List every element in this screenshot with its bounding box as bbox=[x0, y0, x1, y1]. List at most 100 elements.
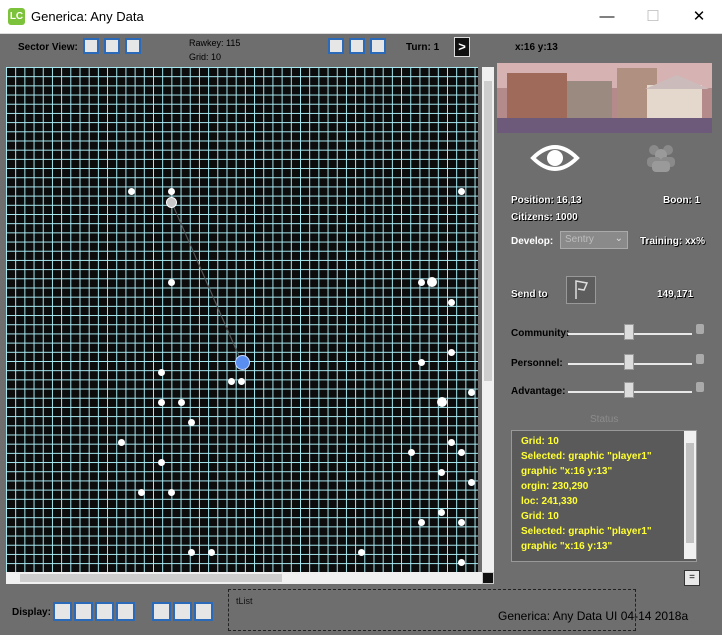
map-unit[interactable] bbox=[437, 397, 447, 407]
position-readout: Position: 16,13 bbox=[511, 195, 582, 206]
map-unit[interactable] bbox=[208, 549, 215, 556]
lock-icon[interactable] bbox=[696, 382, 704, 392]
map-unit[interactable] bbox=[168, 279, 175, 286]
status-line: Selected: graphic "player1" bbox=[521, 451, 652, 462]
map-unit[interactable] bbox=[448, 439, 455, 446]
map-unit[interactable] bbox=[138, 489, 145, 496]
map-vertical-scrollbar[interactable] bbox=[482, 67, 494, 572]
status-scrollbar[interactable] bbox=[684, 431, 696, 559]
develop-select[interactable]: Sentry ⌄ bbox=[560, 231, 628, 249]
sector-view-button-1[interactable] bbox=[83, 38, 99, 54]
personnel-slider-thumb[interactable] bbox=[624, 354, 634, 370]
origin-unit[interactable] bbox=[166, 197, 177, 208]
map-unit[interactable] bbox=[468, 389, 475, 396]
training-readout: Training: xx% bbox=[640, 236, 706, 247]
map-unit[interactable] bbox=[418, 519, 425, 526]
sector-view-label: Sector View: bbox=[18, 42, 78, 53]
scroll-corner bbox=[482, 572, 494, 584]
map-unit[interactable] bbox=[438, 509, 445, 516]
advantage-slider-thumb[interactable] bbox=[624, 382, 634, 398]
eye-icon[interactable] bbox=[530, 138, 580, 178]
status-title: Status bbox=[590, 414, 619, 425]
display-button-5[interactable] bbox=[152, 602, 171, 621]
turn-label: Turn: 1 bbox=[406, 42, 440, 53]
map-unit[interactable] bbox=[178, 399, 185, 406]
map-unit[interactable] bbox=[158, 459, 165, 466]
map-unit[interactable] bbox=[458, 449, 465, 456]
toolbar-button-3[interactable] bbox=[370, 38, 386, 54]
sector-map[interactable] bbox=[6, 67, 478, 572]
status-line: orgin: 230,290 bbox=[521, 481, 589, 492]
map-unit[interactable] bbox=[427, 277, 437, 287]
toolbar-button-1[interactable] bbox=[328, 38, 344, 54]
map-unit[interactable] bbox=[418, 359, 425, 366]
display-label: Display: bbox=[12, 607, 51, 618]
movement-path bbox=[171, 202, 243, 364]
map-unit[interactable] bbox=[448, 299, 455, 306]
status-line: graphic "x:16 y:13" bbox=[521, 466, 613, 477]
send-to-button[interactable] bbox=[566, 276, 596, 304]
maximize-button[interactable]: ☐ bbox=[630, 0, 676, 33]
map-unit[interactable] bbox=[238, 378, 245, 385]
community-slider-thumb[interactable] bbox=[624, 324, 634, 340]
map-unit[interactable] bbox=[448, 349, 455, 356]
grid-readout: Grid: 10 bbox=[189, 52, 222, 62]
map-unit[interactable] bbox=[168, 489, 175, 496]
toolbar-button-2[interactable] bbox=[349, 38, 365, 54]
vertical-scroll-thumb[interactable] bbox=[484, 81, 492, 381]
develop-select-value: Sentry bbox=[565, 234, 594, 245]
status-line: graphic "x:16 y:13" bbox=[521, 541, 613, 552]
map-unit[interactable] bbox=[118, 439, 125, 446]
map-unit[interactable] bbox=[438, 469, 445, 476]
next-turn-button[interactable]: > bbox=[454, 37, 470, 57]
map-unit[interactable] bbox=[188, 549, 195, 556]
display-button-4[interactable] bbox=[116, 602, 135, 621]
group-icon[interactable] bbox=[645, 142, 677, 172]
sector-view-button-2[interactable] bbox=[104, 38, 120, 54]
map-unit[interactable] bbox=[458, 559, 465, 566]
minimize-button[interactable]: — bbox=[584, 0, 630, 33]
map-unit[interactable] bbox=[158, 369, 165, 376]
chevron-down-icon: ⌄ bbox=[614, 233, 623, 244]
map-unit[interactable] bbox=[358, 549, 365, 556]
map-unit[interactable] bbox=[128, 188, 135, 195]
map-unit[interactable] bbox=[458, 519, 465, 526]
personnel-label: Personnel: bbox=[511, 358, 563, 369]
boon-readout: Boon: 1 bbox=[663, 195, 701, 206]
display-button-2[interactable] bbox=[74, 602, 93, 621]
rawkey-readout: Rawkey: 115 bbox=[189, 38, 241, 48]
display-button-1[interactable] bbox=[53, 602, 72, 621]
coords-readout: x:16 y:13 bbox=[515, 42, 558, 53]
status-lines: Grid: 10 Selected: graphic "player1" gra… bbox=[521, 434, 652, 554]
display-button-3[interactable] bbox=[95, 602, 114, 621]
selected-player-unit[interactable] bbox=[235, 355, 250, 370]
send-to-coords: 149,171 bbox=[657, 289, 694, 300]
display-button-6[interactable] bbox=[173, 602, 192, 621]
menu-button[interactable]: = bbox=[684, 570, 700, 586]
community-label: Community: bbox=[511, 328, 570, 339]
sector-photo-image bbox=[497, 63, 712, 133]
status-line: Selected: graphic "player1" bbox=[521, 526, 652, 537]
develop-label: Develop: bbox=[511, 236, 554, 247]
status-log[interactable]: Grid: 10 Selected: graphic "player1" gra… bbox=[511, 430, 697, 562]
map-unit[interactable] bbox=[418, 279, 425, 286]
map-unit[interactable] bbox=[468, 479, 475, 486]
lock-icon[interactable] bbox=[696, 354, 704, 364]
map-unit[interactable] bbox=[188, 419, 195, 426]
map-unit[interactable] bbox=[228, 378, 235, 385]
map-unit[interactable] bbox=[458, 188, 465, 195]
display-button-7[interactable] bbox=[194, 602, 213, 621]
map-unit[interactable] bbox=[168, 188, 175, 195]
status-line: Grid: 10 bbox=[521, 436, 559, 447]
advantage-label: Advantage: bbox=[511, 386, 566, 397]
send-to-label: Send to bbox=[511, 289, 548, 300]
lock-icon[interactable] bbox=[696, 324, 704, 334]
map-horizontal-scrollbar[interactable] bbox=[6, 572, 494, 584]
citizens-readout: Citizens: 1000 bbox=[511, 212, 578, 223]
horizontal-scroll-thumb[interactable] bbox=[20, 574, 282, 582]
sector-view-button-3[interactable] bbox=[125, 38, 141, 54]
status-scroll-thumb[interactable] bbox=[686, 443, 694, 543]
map-unit[interactable] bbox=[158, 399, 165, 406]
close-button[interactable]: ✕ bbox=[676, 0, 722, 33]
map-unit[interactable] bbox=[408, 449, 415, 456]
